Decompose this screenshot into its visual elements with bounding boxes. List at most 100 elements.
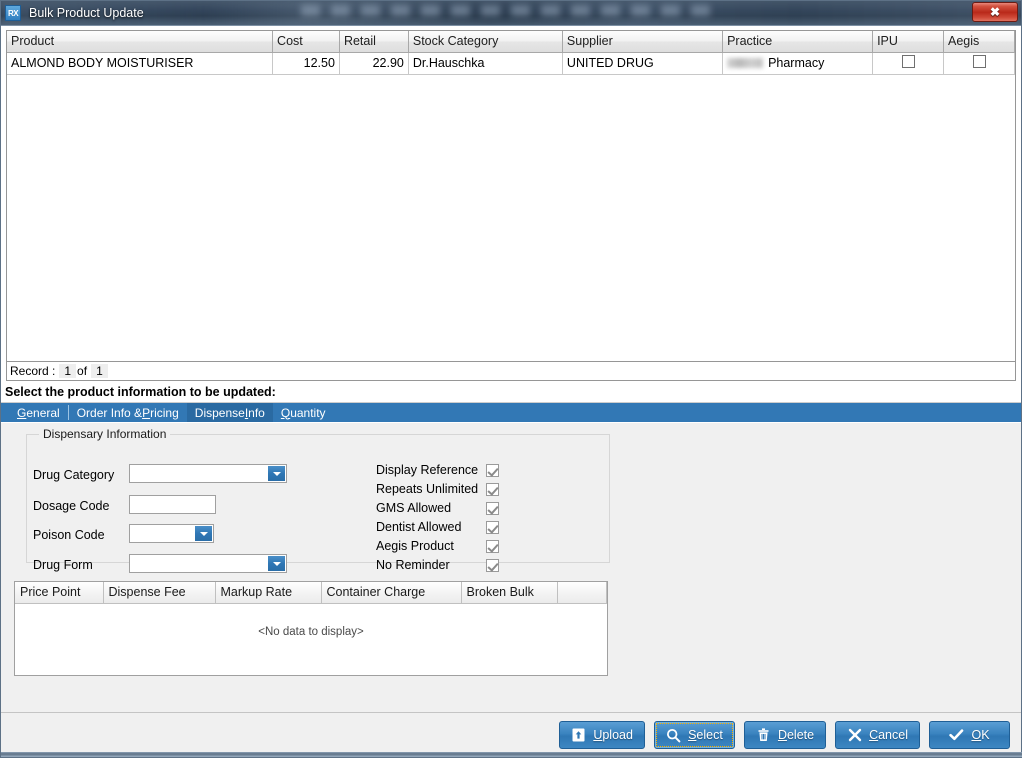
label-drug-form: Drug Form	[33, 558, 93, 572]
checkbox-row-dentist-allowed[interactable]: Dentist Allowed	[376, 520, 499, 534]
dentist-allowed-checkbox[interactable]	[486, 520, 499, 534]
column-header-cost[interactable]: Cost	[272, 31, 340, 53]
label-drug-category: Drug Category	[33, 468, 115, 482]
label-dosage-code: Dosage Code	[33, 499, 110, 513]
tab-order-info-pricing[interactable]: Order Info & Pricing	[69, 403, 187, 422]
price-point-table: Price Point Dispense Fee Markup Rate Con…	[15, 582, 607, 604]
ok-button-label: OK	[971, 728, 990, 742]
table-row[interactable]: ALMOND BODY MOISTURISER 12.50 22.90 Dr.H…	[7, 52, 1015, 75]
record-current[interactable]: 1	[59, 364, 77, 378]
dispense-info-panel: Dispensary Information Drug Category Dos…	[1, 422, 1021, 712]
select-button-label: Select	[688, 728, 723, 742]
chevron-down-icon[interactable]	[195, 526, 212, 541]
grid-empty-space	[7, 75, 1015, 361]
group-title: Dispensary Information	[39, 427, 171, 441]
delete-button[interactable]: Delete	[743, 721, 827, 749]
aegis-product-checkbox[interactable]	[486, 539, 499, 553]
label-gms-allowed: GMS Allowed	[376, 501, 452, 515]
close-icon[interactable]: ✖	[972, 2, 1018, 22]
column-header-aegis[interactable]: Aegis	[943, 31, 1015, 53]
cancel-button[interactable]: Cancel	[835, 721, 920, 749]
upload-button-label: Upload	[593, 728, 633, 742]
drug-category-combo[interactable]	[129, 464, 287, 483]
column-header-price-point[interactable]: Price Point	[15, 582, 104, 604]
dialog-button-bar: Upload Select Delete Cancel OK	[1, 712, 1021, 757]
tab-general-label: eneral	[26, 405, 60, 420]
delete-button-label: Delete	[777, 728, 815, 742]
cell-practice-label: Pharmacy	[768, 56, 825, 70]
trash-icon	[756, 728, 771, 743]
chevron-down-icon[interactable]	[268, 466, 285, 481]
price-header-row: Price Point Dispense Fee Markup Rate Con…	[15, 582, 607, 604]
column-header-spacer	[557, 582, 607, 604]
product-table: Product Cost Retail Stock Category Suppl…	[7, 31, 1015, 75]
instruction-text: Select the product information to be upd…	[1, 381, 1021, 403]
check-icon	[949, 728, 964, 743]
column-header-markup-rate[interactable]: Markup Rate	[215, 582, 322, 604]
display-reference-checkbox[interactable]	[486, 463, 499, 477]
checkbox-row-display-reference[interactable]: Display Reference	[376, 463, 499, 477]
tab-quantity[interactable]: Quantity	[273, 403, 334, 422]
upload-button[interactable]: Upload	[559, 721, 645, 749]
column-header-ipu[interactable]: IPU	[872, 31, 944, 53]
search-icon	[666, 728, 681, 743]
column-header-stock-category[interactable]: Stock Category	[408, 31, 563, 53]
redacted-block	[727, 58, 764, 68]
cell-supplier: UNITED DRUG	[562, 52, 724, 75]
ok-button[interactable]: OK	[929, 721, 1010, 749]
label-poison-code: Poison Code	[33, 528, 105, 542]
label-no-reminder: No Reminder	[376, 558, 450, 572]
cell-practice: Pharmacy	[722, 52, 874, 75]
tab-bar: General Order Info & Pricing Dispense In…	[1, 403, 1021, 422]
select-button[interactable]: Select	[653, 721, 735, 749]
checkbox-row-gms-allowed[interactable]: GMS Allowed	[376, 501, 499, 515]
upload-icon	[571, 728, 586, 743]
ipu-checkbox[interactable]	[901, 55, 915, 68]
close-x-icon	[847, 728, 862, 743]
record-navigator: Record : 1 of 1	[6, 362, 1016, 381]
title-bar: RX Bulk Product Update ✖	[1, 1, 1021, 25]
app-rx-icon: RX	[5, 5, 21, 21]
checkbox-row-aegis-product[interactable]: Aegis Product	[376, 539, 499, 553]
cell-cost: 12.50	[272, 52, 340, 75]
record-label: Record :	[10, 364, 56, 378]
column-header-supplier[interactable]: Supplier	[562, 31, 724, 53]
tab-dispense-info[interactable]: Dispense Info	[186, 403, 273, 422]
price-grid-empty-message: <No data to display>	[15, 604, 607, 675]
window-title: Bulk Product Update	[29, 6, 144, 20]
bulk-product-update-window: RX Bulk Product Update ✖ Product Cost Re…	[0, 0, 1022, 758]
cell-ipu	[872, 52, 944, 75]
gms-allowed-checkbox[interactable]	[486, 501, 499, 515]
column-header-retail[interactable]: Retail	[339, 31, 409, 53]
record-total: 1	[91, 364, 108, 378]
cell-product: ALMOND BODY MOISTURISER	[7, 52, 274, 75]
aegis-checkbox[interactable]	[972, 55, 986, 68]
column-header-broken-bulk[interactable]: Broken Bulk	[461, 582, 558, 604]
label-display-reference: Display Reference	[376, 463, 479, 477]
dispensary-information-group: Dispensary Information	[26, 427, 610, 563]
cell-retail: 22.90	[339, 52, 409, 75]
background-window-title-blur	[301, 5, 721, 16]
drug-form-combo[interactable]	[129, 554, 287, 573]
cell-aegis	[943, 52, 1015, 75]
price-point-grid[interactable]: Price Point Dispense Fee Markup Rate Con…	[14, 581, 608, 676]
repeats-unlimited-checkbox[interactable]	[486, 482, 499, 496]
poison-code-combo[interactable]	[129, 524, 214, 543]
cell-stock-category: Dr.Hauschka	[408, 52, 563, 75]
table-header-row: Product Cost Retail Stock Category Suppl…	[7, 31, 1015, 53]
cancel-button-label: Cancel	[869, 728, 908, 742]
no-reminder-checkbox[interactable]	[486, 558, 499, 572]
product-grid[interactable]: Product Cost Retail Stock Category Suppl…	[6, 30, 1016, 362]
column-header-dispense-fee[interactable]: Dispense Fee	[103, 582, 216, 604]
column-header-container-charge[interactable]: Container Charge	[321, 582, 462, 604]
dosage-code-field[interactable]	[129, 495, 216, 514]
column-header-product[interactable]: Product	[7, 31, 274, 53]
chevron-down-icon[interactable]	[268, 556, 285, 571]
column-header-practice[interactable]: Practice	[722, 31, 874, 53]
label-aegis-product: Aegis Product	[376, 539, 454, 553]
label-dentist-allowed: Dentist Allowed	[376, 520, 462, 534]
checkbox-row-no-reminder[interactable]: No Reminder	[376, 558, 499, 572]
tab-general[interactable]: General	[9, 403, 68, 422]
checkbox-row-repeats-unlimited[interactable]: Repeats Unlimited	[376, 482, 499, 496]
record-of-label: of	[77, 364, 88, 378]
